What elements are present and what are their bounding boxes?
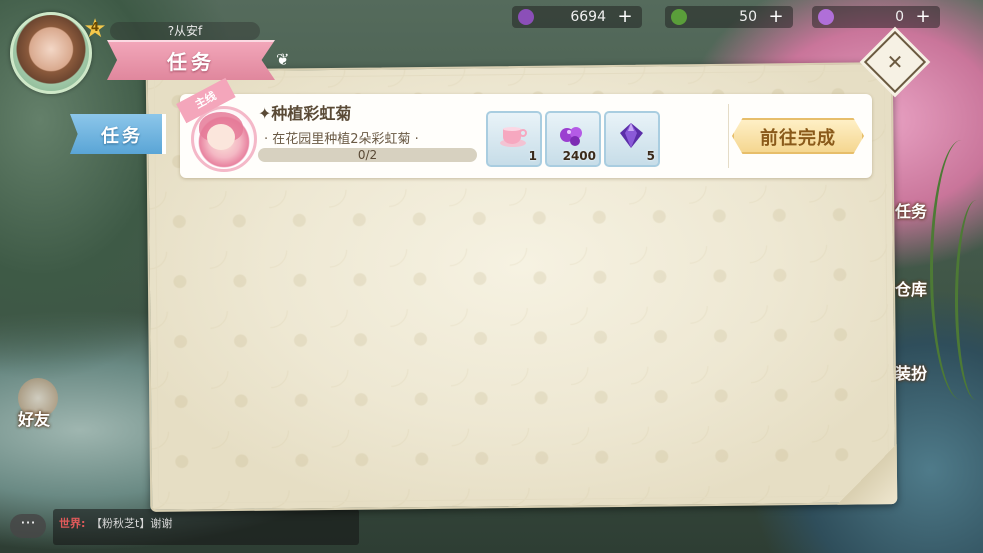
add-leaves-button[interactable]: + bbox=[767, 8, 785, 26]
chat-channel: 世界: bbox=[59, 517, 86, 530]
add-gems-button[interactable]: + bbox=[914, 8, 932, 26]
go-complete-label: 前往完成 bbox=[760, 128, 836, 149]
sidebar-item-tasks[interactable]: 任务 bbox=[895, 198, 927, 222]
chat-message: 【粉秋芝t】谢谢 bbox=[91, 517, 173, 530]
close-icon: ✕ bbox=[886, 50, 904, 74]
leaf-icon bbox=[671, 9, 687, 25]
flourish-icon: ❦ bbox=[276, 50, 290, 69]
avatar-face bbox=[207, 124, 235, 150]
reward-item[interactable]: 2400 bbox=[545, 111, 601, 167]
tab-label: 任务 bbox=[101, 126, 143, 147]
chat-button[interactable]: ··· bbox=[10, 514, 46, 538]
grape-icon bbox=[518, 9, 534, 25]
sidebar-item-warehouse[interactable]: 仓库 bbox=[895, 276, 927, 300]
level-number: 4 bbox=[90, 20, 100, 34]
resource-grapes: 6694 + bbox=[512, 6, 642, 28]
purple-crystal-icon bbox=[620, 123, 643, 148]
resource-gems: 0 + bbox=[812, 6, 940, 28]
sidebar-item-friends[interactable]: 好友 bbox=[18, 406, 50, 430]
reward-item[interactable]: 5 bbox=[604, 111, 660, 167]
resource-value: 0 bbox=[895, 9, 904, 25]
gem-cluster-icon bbox=[818, 9, 834, 25]
teacup-icon bbox=[500, 127, 527, 147]
quest-description: · 在花园里种植2朵彩虹菊 · bbox=[264, 132, 419, 147]
player-avatar[interactable] bbox=[10, 12, 92, 94]
chat-bar[interactable]: 世界: 【粉秋芝t】谢谢 bbox=[53, 509, 359, 545]
page-curl bbox=[836, 444, 898, 505]
resource-leaves: 50 + bbox=[665, 6, 793, 28]
purple-gems-icon bbox=[560, 127, 582, 146]
sidebar-item-dressup[interactable]: 装扮 bbox=[895, 360, 927, 384]
quest-title: ✦种植彩虹菊 bbox=[258, 104, 352, 123]
divider bbox=[728, 104, 729, 168]
panel-title: 任务 bbox=[167, 50, 215, 74]
reward-count: 1 bbox=[528, 149, 537, 163]
add-grapes-button[interactable]: + bbox=[616, 8, 634, 26]
reward-item[interactable]: 1 bbox=[486, 111, 542, 167]
reward-count: 5 bbox=[646, 149, 655, 163]
player-name: ?从安f bbox=[110, 22, 260, 40]
resource-value: 50 bbox=[739, 9, 757, 25]
resource-value: 6694 bbox=[570, 9, 606, 25]
reward-count: 2400 bbox=[562, 149, 596, 163]
progress-text: 0/2 bbox=[357, 148, 378, 162]
